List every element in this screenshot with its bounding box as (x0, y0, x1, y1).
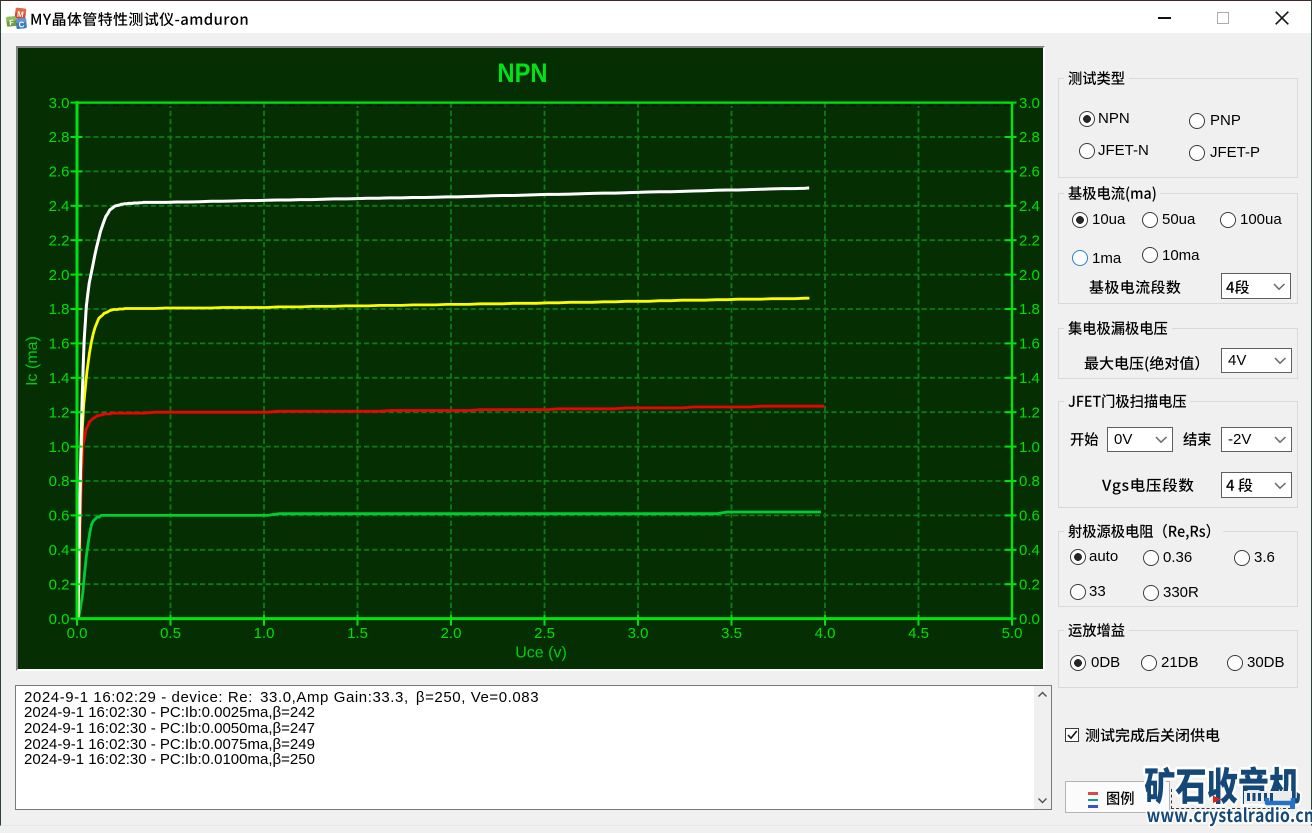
svg-text:Ic (ma): Ic (ma) (24, 336, 41, 386)
svg-text:0.5: 0.5 (160, 625, 181, 642)
svg-text:1.8: 1.8 (1019, 301, 1040, 318)
svg-text:5.0: 5.0 (1002, 625, 1023, 642)
svg-text:1.4: 1.4 (49, 370, 70, 387)
svg-text:Uce (v): Uce (v) (515, 645, 567, 662)
svg-text:2.2: 2.2 (49, 232, 70, 249)
svg-text:0.8: 0.8 (1019, 473, 1040, 490)
svg-text:2.6: 2.6 (1019, 164, 1040, 181)
svg-text:2.4: 2.4 (1019, 198, 1040, 215)
svg-text:2.0: 2.0 (441, 625, 462, 642)
svg-text:1.4: 1.4 (1019, 370, 1040, 387)
svg-text:0.4: 0.4 (1019, 542, 1040, 559)
svg-text:3.0: 3.0 (49, 95, 70, 112)
svg-text:0.6: 0.6 (49, 508, 70, 525)
svg-text:2.2: 2.2 (1019, 232, 1040, 249)
svg-text:0.6: 0.6 (1019, 508, 1040, 525)
svg-text:C: C (18, 20, 25, 29)
svg-text:2.8: 2.8 (49, 129, 70, 146)
svg-text:2.8: 2.8 (1019, 129, 1040, 146)
svg-text:2.0: 2.0 (49, 267, 70, 284)
svg-text:2.6: 2.6 (49, 164, 70, 181)
svg-text:1.0: 1.0 (49, 439, 70, 456)
svg-text:1.0: 1.0 (254, 625, 275, 642)
svg-text:2.5: 2.5 (534, 625, 555, 642)
svg-text:4.5: 4.5 (908, 625, 929, 642)
svg-text:2.4: 2.4 (49, 198, 70, 215)
svg-text:1.8: 1.8 (49, 301, 70, 318)
svg-text:NPN: NPN (497, 58, 547, 88)
svg-text:0.2: 0.2 (1019, 576, 1040, 593)
svg-text:0.0: 0.0 (67, 625, 88, 642)
svg-text:3.0: 3.0 (628, 625, 649, 642)
svg-text:0.4: 0.4 (49, 542, 70, 559)
svg-text:3.0: 3.0 (1019, 95, 1040, 112)
svg-text:0.2: 0.2 (49, 576, 70, 593)
svg-text:1.0: 1.0 (1019, 439, 1040, 456)
svg-text:1.6: 1.6 (1019, 336, 1040, 353)
svg-text:1.6: 1.6 (49, 336, 70, 353)
svg-text:3.5: 3.5 (721, 625, 742, 642)
svg-text:1.2: 1.2 (49, 404, 70, 421)
svg-text:1.2: 1.2 (1019, 404, 1040, 421)
svg-text:0.8: 0.8 (49, 473, 70, 490)
svg-text:1.5: 1.5 (347, 625, 368, 642)
svg-text:4.0: 4.0 (815, 625, 836, 642)
svg-text:2.0: 2.0 (1019, 267, 1040, 284)
